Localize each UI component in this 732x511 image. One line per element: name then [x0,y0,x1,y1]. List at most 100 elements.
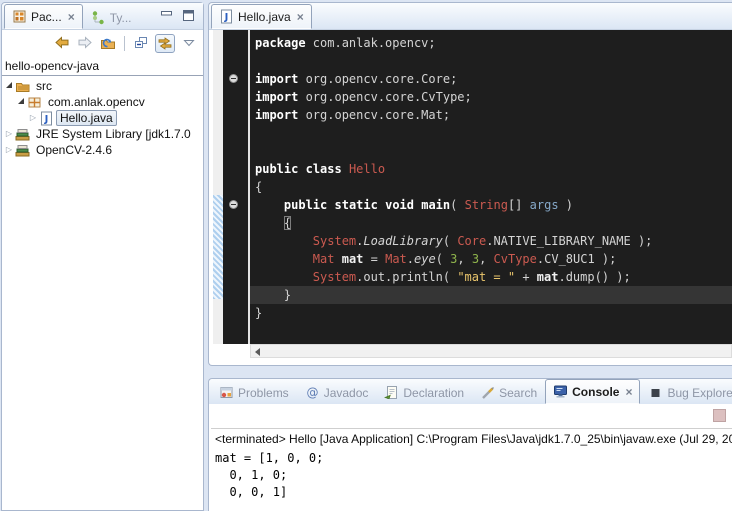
package-explorer-toolbar [2,30,203,56]
code-line[interactable]: System.LoadLibrary( Core.NATIVE_LIBRARY_… [250,232,732,250]
console-output-line: 0, 0, 1] [215,484,732,501]
code-line[interactable]: package com.anlak.opencv; [250,34,732,52]
code-line[interactable] [250,142,732,160]
tab-declaration[interactable]: Declaration [376,381,472,404]
toolbar-separator [124,36,125,51]
tab-label: Hello.java [238,10,291,24]
code-line[interactable]: } [250,304,732,322]
code-line[interactable] [250,124,732,142]
scroll-left-arrow-icon[interactable] [255,348,260,356]
tree-item-project-root[interactable]: hello-opencv-java [2,56,203,76]
java-file-icon: J [39,111,54,126]
package-explorer-view: Pac... × Ty... hello-opencv-java srccom.… [1,2,204,511]
tree-item-label: JRE System Library [jdk1.7.0 [32,126,195,142]
tab-label: Javadoc [324,386,369,400]
editor-window: J Hello.java × package com.anlak.opencv;… [208,2,732,366]
code-line[interactable]: import org.opencv.core.CvType; [250,88,732,106]
console-icon [553,384,568,399]
close-icon[interactable]: × [68,10,75,24]
svg-text:@: @ [306,386,318,400]
maximize-icon[interactable] [182,9,195,22]
tab-package-explorer[interactable]: Pac... × [4,4,83,29]
code-line[interactable]: { [250,178,732,196]
collapsed-arrow-icon[interactable]: ▷ [4,146,14,154]
code-line[interactable]: } [250,286,732,304]
tab-label: Problems [238,386,289,400]
tree-item-src[interactable]: src [2,78,203,94]
fold-collapse-icon[interactable] [229,200,238,209]
range-indicator [213,195,223,299]
folding-gutter[interactable] [223,30,248,344]
code-line[interactable]: System.out.println( "mat = " + mat.dump(… [250,268,732,286]
tree-item-label: Hello.java [56,110,117,126]
tree-item-hello-java[interactable]: ▷ J Hello.java [2,110,203,126]
back-icon[interactable] [53,35,71,52]
tree-item-label: src [32,78,56,94]
close-icon[interactable]: × [297,10,304,24]
tab-javadoc[interactable]: @ Javadoc [297,381,377,404]
remove-launch-icon[interactable] [713,409,726,422]
code-line[interactable]: public static void main( String[] args ) [250,196,732,214]
code-line[interactable] [250,52,732,70]
console-tabbar: Problems@JavadocDeclarationSearchConsole… [209,379,732,404]
package-explorer-icon [12,9,27,24]
tab-search[interactable]: Search [472,381,545,404]
link-with-editor-icon[interactable] [155,34,175,53]
view-menu-icon[interactable] [180,35,198,52]
code-line[interactable]: { [250,214,732,232]
forward-icon[interactable] [76,35,94,52]
horizontal-scrollbar[interactable] [250,344,732,358]
editor-body: package com.anlak.opencv; import org.open… [213,30,732,344]
expanded-arrow-icon[interactable] [16,100,26,104]
svg-text:J: J [224,12,229,23]
tree-item-opencv-2-4-6[interactable]: ▷OpenCV-2.4.6 [2,142,203,158]
package-icon [27,95,42,110]
console-status-line: <terminated> Hello [Java Application] C:… [215,432,732,450]
tab-label: Pac... [31,10,62,24]
code-line[interactable]: Mat mat = Mat.eye( 3, 3, CvType.CV_8UC1 … [250,250,732,268]
code-area[interactable]: package com.anlak.opencv; import org.open… [250,30,732,344]
collapsed-arrow-icon[interactable]: ▷ [4,130,14,138]
code-line[interactable]: public class Hello [250,160,732,178]
console-toolbar [209,404,732,427]
collapsed-arrow-icon[interactable]: ▷ [28,114,38,122]
problems-icon [219,385,234,400]
code-line[interactable]: import org.opencv.core.Core; [250,70,732,88]
go-up-icon[interactable] [99,35,117,52]
expanded-arrow-icon[interactable] [4,84,14,88]
declaration-icon [384,385,399,400]
search-icon [480,385,495,400]
console-content: <terminated> Hello [Java Application] C:… [211,428,732,511]
library-icon [15,143,30,158]
minimize-icon[interactable] [160,9,173,22]
tree-item-label: com.anlak.opencv [44,94,149,110]
svg-text:J: J [44,114,49,125]
library-icon [15,127,30,142]
tree-item-jre-system-library-jdk1-7-0[interactable]: ▷ JRE System Library [jdk1.7.0 [2,126,203,142]
tab-console[interactable]: Console × [545,379,640,404]
close-icon[interactable]: × [625,385,632,399]
console-output: mat = [1, 0, 0; 0, 1, 0; 0, 0, 1] [215,450,732,501]
tab-type-hierarchy[interactable]: Ty... [83,6,140,29]
left-view-tabbar: Pac... × Ty... [2,3,203,30]
console-view: Problems@JavadocDeclarationSearchConsole… [208,378,732,511]
java-file-icon: J [219,9,234,24]
tab-problems[interactable]: Problems [211,381,297,404]
package-folder-icon [15,79,30,94]
tab-bug-explorer[interactable]: Bug Explorer [640,381,732,404]
code-line[interactable]: import org.opencv.core.Mat; [250,106,732,124]
bug-icon [648,385,663,400]
javadoc-icon: @ [305,385,320,400]
tab-label: Ty... [110,11,132,25]
tree-item-com-anlak-opencv[interactable]: com.anlak.opencv [2,94,203,110]
type-hierarchy-icon [91,10,106,25]
annotation-ruler[interactable] [213,30,223,344]
collapse-all-icon[interactable] [132,35,150,52]
console-output-line: 0, 1, 0; [215,467,732,484]
eclipse-workbench: { "left_panel": { "tabs": [ {"label": "P… [0,0,732,511]
tab-hello-java-editor[interactable]: J Hello.java × [211,4,312,29]
project-tree: hello-opencv-java srccom.anlak.opencv ▷ JH… [2,56,203,158]
tab-label: Declaration [403,386,464,400]
tab-label: Console [572,385,619,399]
fold-collapse-icon[interactable] [229,74,238,83]
